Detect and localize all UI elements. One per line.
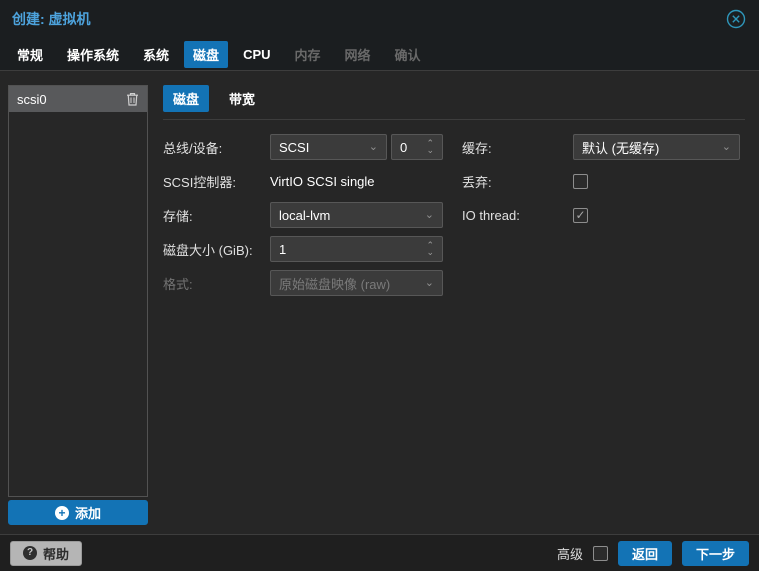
- bus-device-label: 总线/设备:: [163, 140, 223, 156]
- footer-actions: 高级 返回 下一步: [556, 540, 749, 566]
- scsi-controller-label: SCSI控制器:: [163, 174, 236, 190]
- cache-label: 缓存:: [462, 140, 492, 156]
- iothread-label: IO thread:: [462, 207, 520, 223]
- disk-size-label: 磁盘大小 (GiB):: [163, 242, 253, 258]
- scsi-controller-row: SCSI控制器: VirtIO SCSI single: [163, 168, 443, 194]
- plus-circle-icon: +: [54, 505, 69, 520]
- cache-row: 缓存: 默认 (无缓存) ⌄: [462, 134, 740, 160]
- form-column-right: 缓存: 默认 (无缓存) ⌄ 丢弃: IO thread: ✓: [462, 134, 740, 304]
- help-label: 帮助: [43, 546, 70, 562]
- advanced-checkbox[interactable]: [592, 545, 608, 561]
- disk-size-row: 磁盘大小 (GiB): 1 ⌃ ⌄: [163, 236, 443, 262]
- device-number-value: 0: [400, 139, 408, 155]
- cache-select-value: 默认 (无缓存): [582, 140, 660, 156]
- bus-select[interactable]: SCSI ⌄: [270, 134, 387, 160]
- panel-divider: [163, 119, 745, 120]
- device-number-stepper[interactable]: 0 ⌃ ⌄: [391, 134, 443, 160]
- chevron-down-icon: ⌄: [424, 276, 434, 289]
- add-disk-label: 添加: [74, 506, 101, 521]
- chevron-down-icon: ⌄: [721, 140, 731, 153]
- discard-row: 丢弃:: [462, 168, 740, 194]
- spinner-icons[interactable]: ⌃ ⌄: [426, 139, 434, 155]
- delete-disk-button[interactable]: [126, 92, 139, 106]
- dialog-titlebar: 创建: 虚拟机: [0, 0, 759, 38]
- bus-device-row: 总线/设备: SCSI ⌄ 0 ⌃ ⌄: [163, 134, 443, 160]
- disk-size-value: 1: [279, 241, 287, 257]
- format-select-value: 原始磁盘映像 (raw): [279, 276, 391, 292]
- spinner-icons[interactable]: ⌃ ⌄: [426, 241, 434, 257]
- panel-tab-disk[interactable]: 磁盘: [163, 85, 210, 112]
- close-icon: [726, 9, 746, 29]
- disk-form: 总线/设备: SCSI ⌄ 0 ⌃ ⌄ SCSI控制器: VirtIO SCSI …: [163, 134, 745, 304]
- close-button[interactable]: [725, 8, 747, 30]
- tab-general[interactable]: 常规: [8, 41, 52, 68]
- spinner-down-icon: ⌄: [426, 145, 434, 155]
- disk-settings-panel: 磁盘 带宽 总线/设备: SCSI ⌄ 0 ⌃ ⌄ SCSI控制器: VirtI…: [163, 85, 745, 304]
- question-circle-icon: ?: [23, 546, 37, 560]
- wizard-tabbar: 常规 操作系统 系统 磁盘 CPU 内存 网络 确认: [0, 38, 759, 71]
- advanced-label: 高级: [556, 546, 583, 562]
- bus-select-value: SCSI: [279, 139, 310, 155]
- storage-select-value: local-lvm: [279, 207, 331, 223]
- chevron-down-icon: ⌄: [424, 208, 434, 221]
- scsi-controller-value: VirtIO SCSI single: [270, 173, 375, 189]
- dialog-footer: ? 帮助 高级 返回 下一步: [0, 534, 759, 571]
- discard-checkbox[interactable]: [573, 173, 588, 189]
- format-row: 格式: 原始磁盘映像 (raw) ⌄: [163, 270, 443, 296]
- iothread-checkbox[interactable]: ✓: [573, 207, 588, 223]
- tab-cpu[interactable]: CPU: [234, 43, 279, 66]
- panel-tab-bandwidth[interactable]: 带宽: [219, 85, 265, 112]
- tab-confirm: 确认: [394, 47, 421, 63]
- trash-icon: [127, 93, 138, 106]
- storage-select[interactable]: local-lvm ⌄: [270, 202, 443, 228]
- storage-label: 存储:: [163, 208, 193, 224]
- format-label: 格式:: [163, 276, 193, 292]
- discard-label: 丢弃:: [462, 174, 492, 190]
- format-select: 原始磁盘映像 (raw) ⌄: [270, 270, 443, 296]
- back-button[interactable]: 返回: [617, 540, 672, 566]
- disk-size-stepper[interactable]: 1 ⌃ ⌄: [270, 236, 443, 262]
- disk-item-label: scsi0: [17, 91, 47, 107]
- help-button[interactable]: ? 帮助: [10, 540, 83, 566]
- form-column-left: 总线/设备: SCSI ⌄ 0 ⌃ ⌄ SCSI控制器: VirtIO SCSI …: [163, 134, 443, 304]
- disk-list-item-scsi0[interactable]: scsi0: [9, 86, 147, 112]
- tab-disks[interactable]: 磁盘: [184, 40, 229, 68]
- panel-tabbar: 磁盘 带宽: [163, 85, 745, 112]
- storage-row: 存储: local-lvm ⌄: [163, 202, 443, 228]
- tab-system[interactable]: 系统: [134, 41, 178, 68]
- create-vm-dialog: 创建: 虚拟机 常规 操作系统 系统 磁盘 CPU 内存 网络 确认 scsi0: [0, 0, 759, 571]
- tab-memory: 内存: [294, 47, 321, 63]
- disk-list: scsi0: [8, 85, 148, 497]
- chevron-down-icon: ⌄: [368, 140, 378, 153]
- iothread-row: IO thread: ✓: [462, 202, 740, 228]
- tab-os[interactable]: 操作系统: [58, 41, 128, 68]
- spinner-down-icon: ⌄: [426, 247, 434, 257]
- tab-network: 网络: [344, 47, 371, 63]
- dialog-title: 创建: 虚拟机: [12, 11, 91, 27]
- next-button[interactable]: 下一步: [681, 540, 749, 566]
- add-disk-button[interactable]: + 添加: [8, 500, 148, 525]
- cache-select[interactable]: 默认 (无缓存) ⌄: [573, 134, 740, 160]
